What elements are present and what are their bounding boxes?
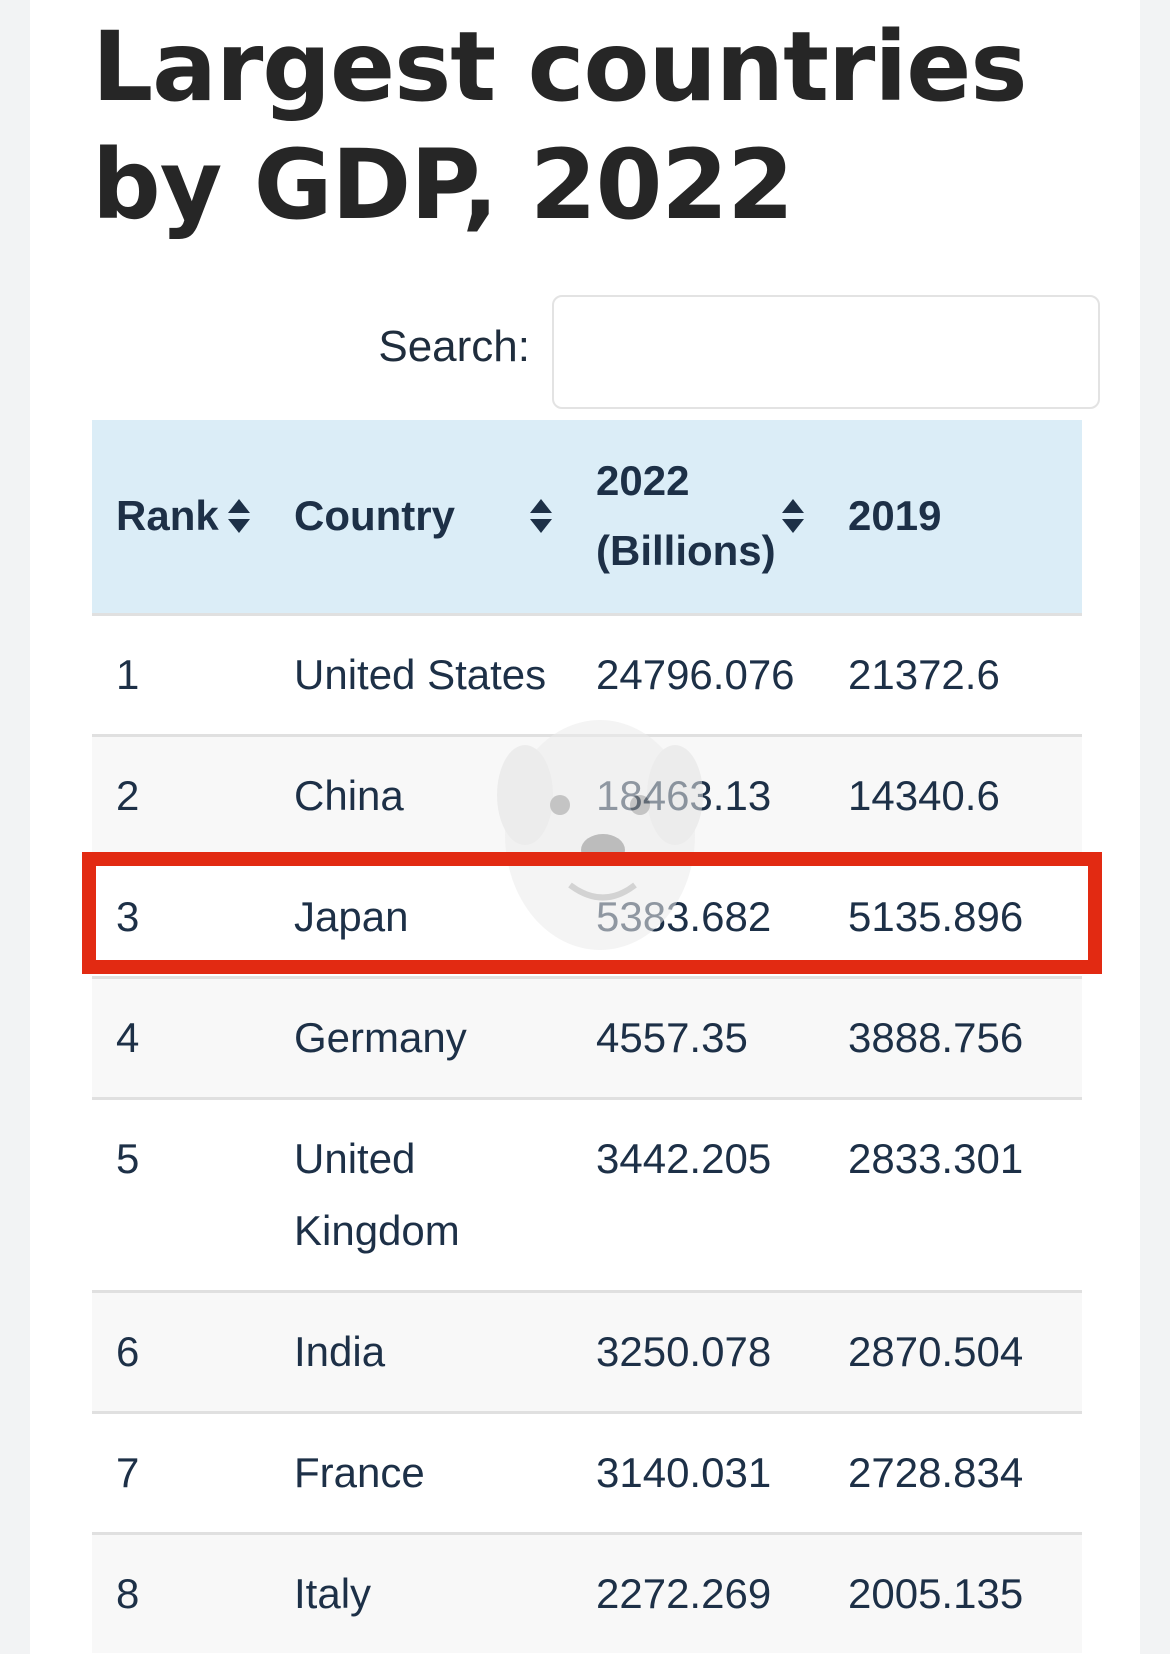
- table-row: 3 Japan 5383.682 5135.896: [92, 856, 1082, 977]
- table-row: 4 Germany 4557.35 3888.756: [92, 977, 1082, 1098]
- gdp-2022-cell: 4557.35: [596, 1013, 748, 1061]
- rank-cell: 1: [116, 650, 140, 698]
- gdp-2022-cell: 5383.682: [596, 892, 772, 940]
- rank-cell: 8: [116, 1569, 140, 1617]
- column-header-2019[interactable]: 2019: [824, 420, 1082, 614]
- page-title: Largest countries by GDP, 2022: [92, 11, 1028, 241]
- gdp-2019-cell: 21372.6: [848, 650, 1000, 698]
- sort-icon[interactable]: [782, 499, 804, 534]
- search-label: Search:: [378, 322, 530, 371]
- gdp-table-container[interactable]: Rank Country 2022 (Billions) 2019 1 Unit…: [92, 420, 1082, 1654]
- column-header-country[interactable]: Country: [270, 420, 572, 614]
- column-header-rank[interactable]: Rank: [92, 420, 270, 614]
- gdp-2019-cell: 3888.756: [848, 1013, 1024, 1061]
- gdp-2022-cell: 3442.205: [596, 1134, 772, 1182]
- table-row: 7 France 3140.031 2728.834: [92, 1412, 1082, 1533]
- gdp-2022-cell: 3250.078: [596, 1327, 772, 1375]
- gdp-table: Rank Country 2022 (Billions) 2019 1 Unit…: [92, 420, 1082, 1653]
- rank-cell: 7: [116, 1448, 140, 1496]
- gdp-2019-cell: 5135.896: [848, 892, 1024, 940]
- country-cell: China: [294, 771, 404, 819]
- country-cell: United States: [294, 650, 547, 698]
- country-cell: France: [294, 1448, 425, 1496]
- column-header-2022[interactable]: 2022 (Billions): [572, 420, 824, 614]
- gdp-2019-cell: 14340.6: [848, 771, 1000, 819]
- country-cell: United Kingdom: [294, 1134, 460, 1254]
- country-cell: Germany: [294, 1013, 467, 1061]
- country-cell: Japan: [294, 892, 409, 940]
- table-row: 6 India 3250.078 2870.504: [92, 1291, 1082, 1412]
- rank-cell: 3: [116, 892, 140, 940]
- table-row: 2 China 18463.13 14340.6: [92, 735, 1082, 856]
- table-row: 5 United Kingdom 3442.205 2833.301: [92, 1098, 1082, 1291]
- gdp-2019-cell: 2870.504: [848, 1327, 1024, 1375]
- rank-cell: 5: [116, 1134, 140, 1182]
- sort-icon[interactable]: [530, 499, 552, 534]
- gdp-2019-cell: 2005.135: [848, 1569, 1024, 1617]
- table-header-row: Rank Country 2022 (Billions) 2019: [92, 420, 1082, 614]
- table-body: 1 United States 24796.076 21372.6 2 China 1846…: [92, 614, 1082, 1653]
- rank-cell: 4: [116, 1013, 140, 1061]
- search-input[interactable]: [552, 295, 1100, 409]
- table-row: 8 Italy 2272.269 2005.135: [92, 1533, 1082, 1653]
- gdp-2022-cell: 24796.076: [596, 650, 795, 698]
- gdp-2019-cell: 2833.301: [848, 1134, 1024, 1182]
- country-cell: India: [294, 1327, 386, 1375]
- gdp-2022-cell: 3140.031: [596, 1448, 772, 1496]
- rank-cell: 6: [116, 1327, 140, 1375]
- country-cell: Italy: [294, 1569, 372, 1617]
- rank-cell: 2: [116, 771, 140, 819]
- gdp-2019-cell: 2728.834: [848, 1448, 1024, 1496]
- gdp-2022-cell: 18463.13: [596, 771, 772, 819]
- table-row: 1 United States 24796.076 21372.6: [92, 614, 1082, 735]
- gdp-2022-cell: 2272.269: [596, 1569, 772, 1617]
- page: Largest countries by GDP, 2022 Search: R…: [30, 0, 1140, 1654]
- sort-icon[interactable]: [228, 499, 250, 534]
